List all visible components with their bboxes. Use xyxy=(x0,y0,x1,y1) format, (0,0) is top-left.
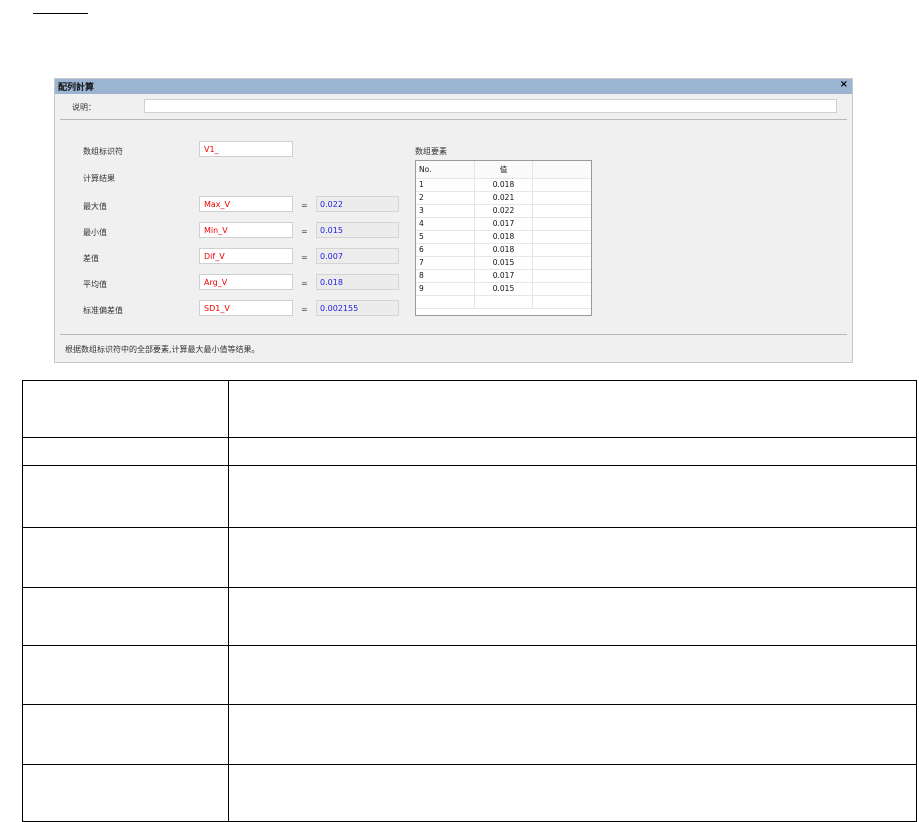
grid-row[interactable]: 6 0.018 xyxy=(416,244,591,257)
result-value: 0.002155 xyxy=(316,300,399,316)
grid-row[interactable]: 7 0.015 xyxy=(416,257,591,270)
grid-row[interactable]: 3 0.022 xyxy=(416,205,591,218)
top-underline xyxy=(33,13,88,14)
row-value: 0.015 xyxy=(475,257,533,269)
result-label: 最大值 xyxy=(83,202,107,211)
row-no: 3 xyxy=(416,205,475,217)
result-variable-input[interactable]: Min_V xyxy=(199,222,293,238)
grid-row[interactable]: 5 0.018 xyxy=(416,231,591,244)
result-value: 0.018 xyxy=(316,274,399,290)
row-value: 0.018 xyxy=(475,244,533,256)
result-variable-input[interactable]: Arg_V xyxy=(199,274,293,290)
equals-sign: = xyxy=(301,305,308,314)
equals-sign: = xyxy=(301,253,308,262)
result-value: 0.015 xyxy=(316,222,399,238)
grid-row[interactable]: 2 0.021 xyxy=(416,192,591,205)
grid-row[interactable]: 1 0.018 xyxy=(416,179,591,192)
document-table xyxy=(22,380,917,822)
array-calc-dialog: 配列計算 × 说明： 数组标识符 V1_ 计算结果 最大值 Max_V = 0.… xyxy=(54,78,853,363)
row-value: 0.018 xyxy=(475,179,533,191)
array-id-input[interactable]: V1_ xyxy=(199,141,293,157)
divider xyxy=(60,119,847,120)
row-value: 0.017 xyxy=(475,270,533,282)
grid-row-empty[interactable] xyxy=(416,296,591,309)
result-label: 平均值 xyxy=(83,280,107,289)
row-no: 9 xyxy=(416,283,475,295)
row-no: 1 xyxy=(416,179,475,191)
grid-row[interactable]: 8 0.017 xyxy=(416,270,591,283)
equals-sign: = xyxy=(301,201,308,210)
header-value[interactable]: 值 xyxy=(475,161,533,178)
description-label: 说明： xyxy=(72,103,96,112)
description-input[interactable] xyxy=(144,99,837,113)
row-no: 4 xyxy=(416,218,475,230)
row-no: 8 xyxy=(416,270,475,282)
header-no[interactable]: No. xyxy=(416,161,475,178)
result-label: 最小值 xyxy=(83,228,107,237)
row-value: 0.022 xyxy=(475,205,533,217)
row-value: 0.017 xyxy=(475,218,533,230)
elements-label: 数组要素 xyxy=(415,147,447,156)
divider xyxy=(60,334,847,335)
result-variable-input[interactable]: SD1_V xyxy=(199,300,293,316)
result-variable-input[interactable]: Max_V xyxy=(199,196,293,212)
equals-sign: = xyxy=(301,227,308,236)
row-value: 0.021 xyxy=(475,192,533,204)
row-no: 5 xyxy=(416,231,475,243)
row-value: 0.018 xyxy=(475,231,533,243)
elements-grid[interactable]: No. 值 1 0.018 2 0.021 3 0.022 4 0.017 5 0.018 6 0.0… xyxy=(415,160,592,316)
grid-header: No. 值 xyxy=(416,161,591,179)
grid-row[interactable]: 9 0.015 xyxy=(416,283,591,296)
results-heading: 计算结果 xyxy=(83,174,115,183)
result-label: 差值 xyxy=(83,254,99,263)
footer-hint: 根据数组标识符中的全部要素,计算最大最小值等结果。 xyxy=(65,345,260,354)
row-no: 2 xyxy=(416,192,475,204)
row-value: 0.015 xyxy=(475,283,533,295)
close-icon[interactable]: × xyxy=(840,79,848,90)
title-bar[interactable]: 配列計算 × xyxy=(55,79,852,94)
result-variable-input[interactable]: Dif_V xyxy=(199,248,293,264)
equals-sign: = xyxy=(301,279,308,288)
result-value: 0.007 xyxy=(316,248,399,264)
row-no: 6 xyxy=(416,244,475,256)
dialog-title: 配列計算 xyxy=(58,83,95,93)
result-label: 标准偏差值 xyxy=(83,306,123,315)
row-no: 7 xyxy=(416,257,475,269)
grid-row[interactable]: 4 0.017 xyxy=(416,218,591,231)
array-id-label: 数组标识符 xyxy=(83,147,123,156)
result-value: 0.022 xyxy=(316,196,399,212)
